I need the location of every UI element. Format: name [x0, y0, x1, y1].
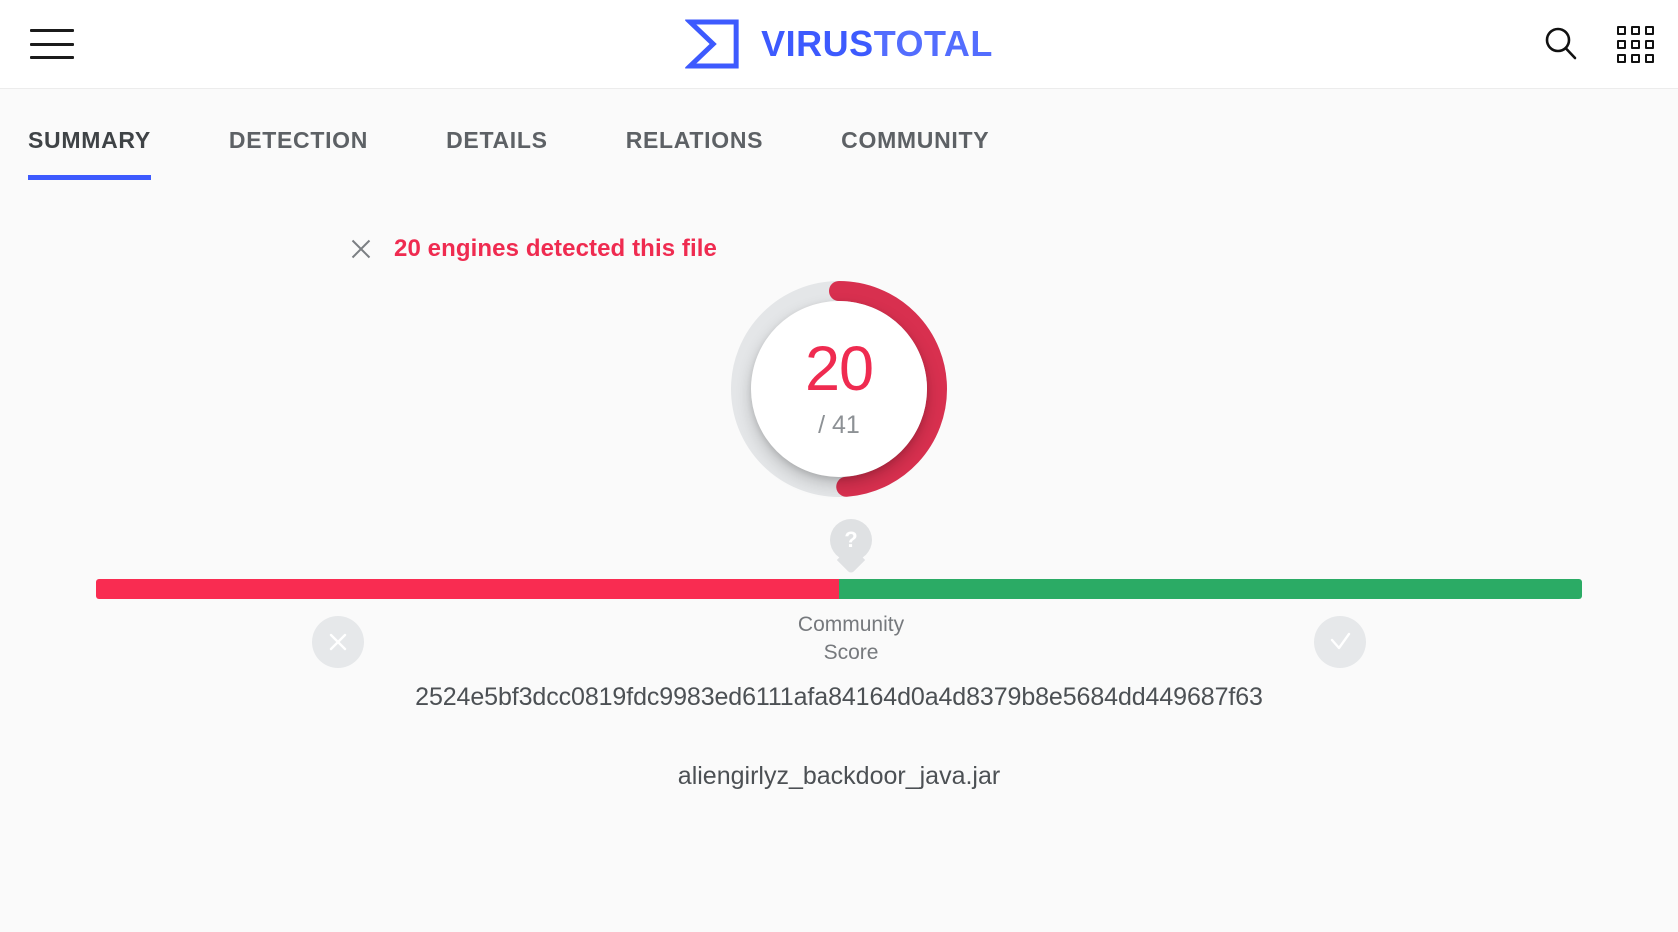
downvote-button[interactable] [312, 616, 364, 668]
community-score-section: ? Community Score [0, 519, 1678, 679]
gauge-total-engines: / 41 [818, 411, 860, 439]
community-score-label: Community Score [798, 611, 904, 668]
score-bar-harmless-segment [839, 579, 1582, 599]
grid-cell [1617, 39, 1626, 49]
brand-wordmark: VIRUSTOTAL [761, 23, 993, 65]
grid-cell [1645, 53, 1654, 63]
score-bar-malicious-segment [96, 579, 839, 599]
hamburger-menu-icon[interactable] [30, 29, 74, 59]
apps-grid-icon[interactable] [1617, 25, 1654, 63]
question-mark-label: ? [844, 527, 858, 552]
grid-cell [1631, 25, 1640, 35]
grid-cell [1617, 25, 1626, 35]
check-icon [1330, 632, 1351, 650]
x-icon [329, 633, 347, 651]
file-name[interactable]: aliengirlyz_backdoor_java.jar [0, 762, 1678, 791]
grid-cell [1631, 53, 1640, 63]
detection-banner-message: 20 engines detected this file [394, 235, 717, 262]
community-score-label-line1: Community [797, 613, 905, 636]
community-score-marker[interactable]: ? [830, 519, 872, 571]
gauge-detection-count: 20 [804, 334, 874, 404]
virustotal-logo[interactable]: VIRUSTOTAL [685, 18, 993, 70]
community-score-label-line2: Score [823, 641, 879, 665]
close-icon[interactable] [348, 236, 374, 262]
header-actions [1541, 24, 1654, 64]
file-meta: 2524e5bf3dcc0819fdc9983ed6111afa84164d0a… [0, 683, 1678, 791]
tab-detection[interactable]: DETECTION [229, 119, 368, 180]
tab-relations[interactable]: RELATIONS [626, 119, 763, 180]
detection-gauge: 20 / 41 [731, 281, 947, 497]
detection-gauge-wrapper: 20 / 41 [0, 281, 1678, 497]
grid-cell [1645, 39, 1654, 49]
gauge-center: 20 / 41 [751, 301, 927, 477]
hamburger-bar [30, 29, 74, 32]
search-icon[interactable] [1541, 24, 1581, 64]
app-header: VIRUSTOTAL [0, 0, 1678, 89]
grid-cell [1645, 25, 1654, 35]
upvote-button[interactable] [1314, 616, 1366, 668]
tab-summary[interactable]: SUMMARY [28, 119, 151, 180]
file-hash[interactable]: 2524e5bf3dcc0819fdc9983ed6111afa84164d0a… [0, 683, 1678, 712]
community-score-bar[interactable] [96, 579, 1582, 599]
tab-bar: SUMMARY DETECTION DETAILS RELATIONS COMM… [0, 89, 1678, 201]
question-mark-icon: ? [830, 519, 872, 561]
tab-details[interactable]: DETAILS [446, 119, 548, 180]
tab-community[interactable]: COMMUNITY [841, 119, 989, 180]
hamburger-bar [30, 56, 74, 59]
detection-banner: 20 engines detected this file [348, 235, 1678, 263]
sigma-logo-icon [685, 19, 739, 69]
grid-cell [1631, 39, 1640, 49]
brand-wordmark-first: VIRUS [761, 23, 874, 64]
brand-wordmark-second: TOTAL [873, 23, 993, 64]
grid-cell [1617, 53, 1626, 63]
hamburger-bar [30, 42, 74, 46]
